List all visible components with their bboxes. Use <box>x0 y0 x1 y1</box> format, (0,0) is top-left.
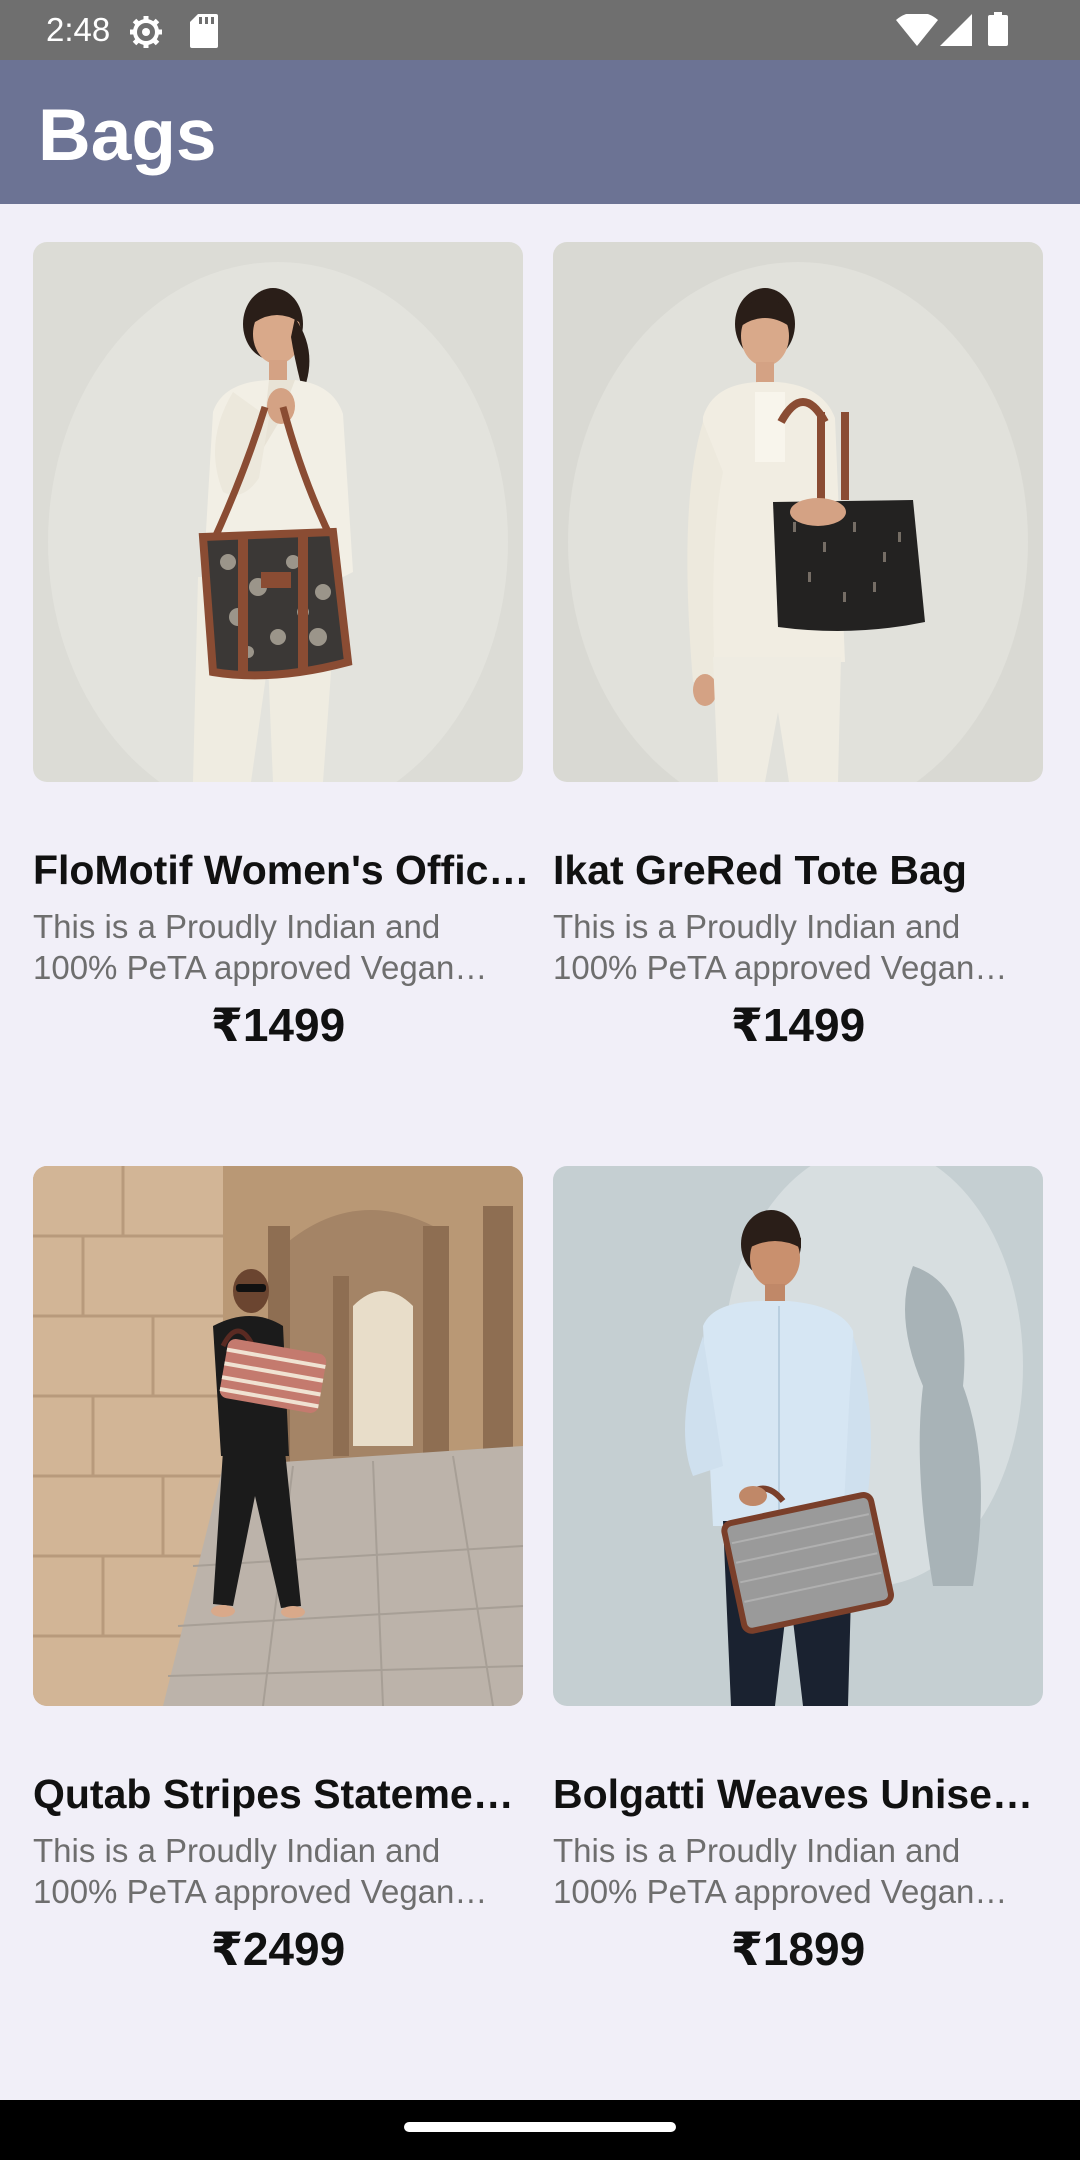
status-time: 2:48 <box>46 11 111 48</box>
product-name: Bolgatti Weaves Unisex Laptop Bag <box>553 1771 1051 1817</box>
product-name: Ikat GreRed Tote Bag <box>553 847 967 893</box>
product-price: ₹1499 <box>730 999 866 1051</box>
navigation-bar <box>0 2100 1080 2160</box>
product-image[interactable] <box>553 1166 1043 1706</box>
product-name: Qutab Stripes Statement Tote <box>33 1771 531 1817</box>
cellular-signal-icon <box>940 14 972 51</box>
product-card[interactable]: Bolgatti Weaves Unisex Laptop Bag This i… <box>553 1166 1051 1986</box>
app-bar: Bags <box>0 60 1080 204</box>
battery-icon <box>988 12 1008 51</box>
home-gesture-handle[interactable] <box>404 2122 676 2132</box>
settings-gear-icon <box>128 14 164 55</box>
product-card[interactable]: FloMotif Women's Office Tote Bag This is… <box>33 242 531 1062</box>
product-name: FloMotif Women's Office Tote Bag <box>33 847 531 893</box>
product-price: ₹1499 <box>210 999 346 1051</box>
product-description: This is a Proudly Indian and 100% PeTA a… <box>33 908 455 986</box>
product-card[interactable]: Ikat GreRed Tote Bag This is a Proudly I… <box>553 242 1051 1062</box>
product-card[interactable]: Qutab Stripes Statement Tote This is a P… <box>33 1166 531 1986</box>
product-image[interactable] <box>33 1166 523 1706</box>
product-description: This is a Proudly Indian and 100% PeTA a… <box>33 1832 455 1910</box>
status-bar: 2:48 <box>0 0 1080 60</box>
product-description: This is a Proudly Indian and 100% PeTA a… <box>553 1832 975 1910</box>
product-price: ₹1899 <box>730 1923 866 1975</box>
sd-card-icon <box>190 14 218 53</box>
product-image[interactable] <box>33 242 523 782</box>
product-price: ₹2499 <box>210 1923 346 1975</box>
page-title: Bags <box>38 95 217 176</box>
wifi-icon <box>896 12 938 51</box>
product-image[interactable] <box>553 242 1043 782</box>
product-description: This is a Proudly Indian and 100% PeTA a… <box>553 908 975 986</box>
